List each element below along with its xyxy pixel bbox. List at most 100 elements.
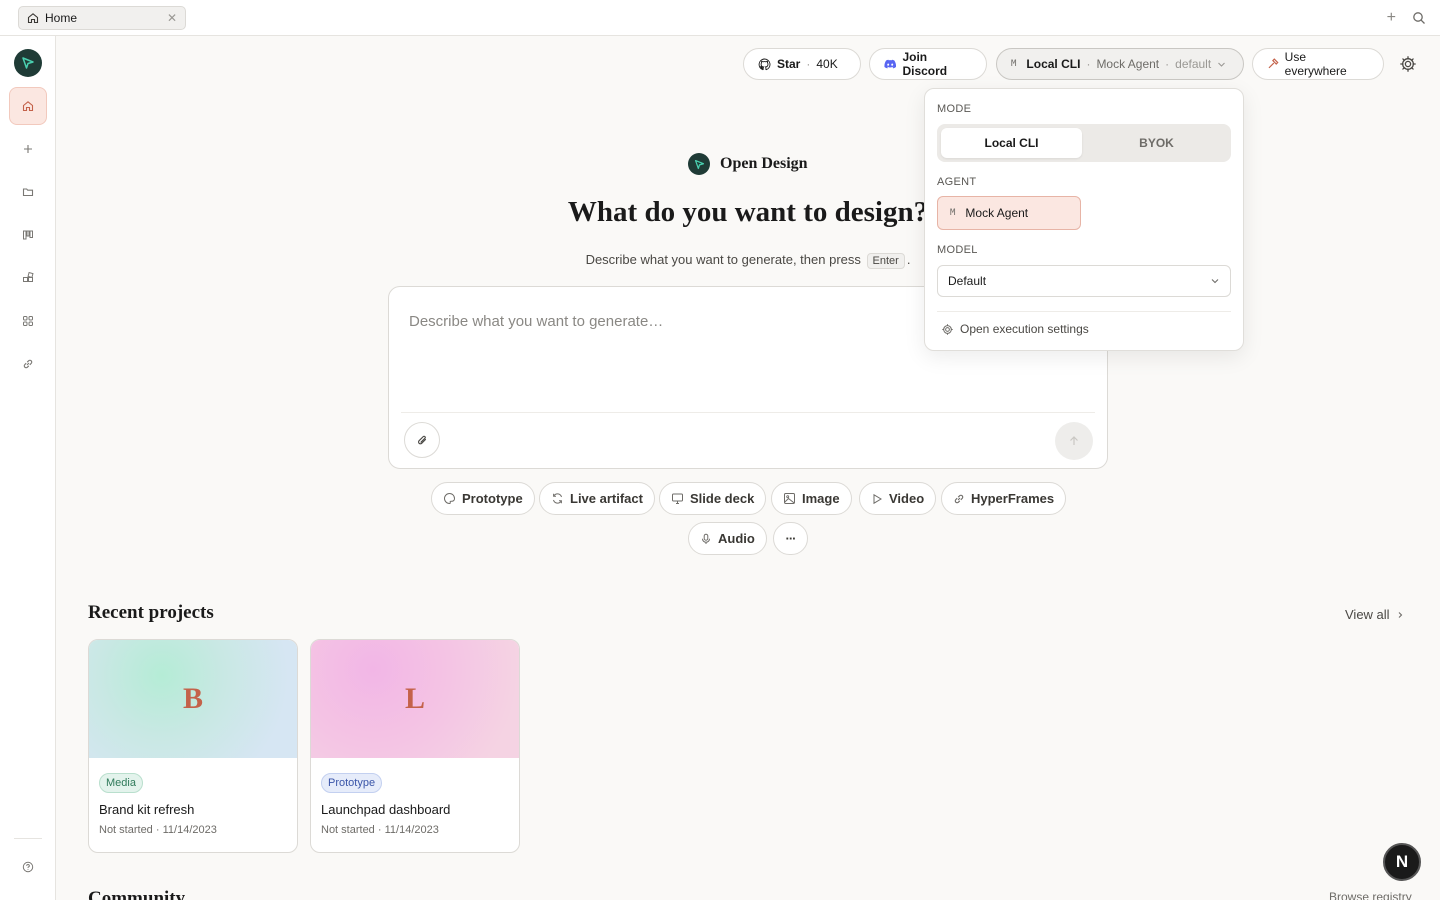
send-button[interactable] (1055, 422, 1093, 460)
star-label: Star (777, 57, 801, 71)
project-status: Not started (321, 824, 375, 836)
rail-divider (14, 838, 42, 839)
use-everywhere-label: Use everywhere (1284, 50, 1347, 78)
play-icon (873, 493, 882, 504)
project-meta: Not started · 11/14/2023 (99, 824, 217, 836)
agent-option-label: Mock Agent (965, 206, 1029, 220)
left-rail (0, 36, 56, 900)
rail-home[interactable] (9, 87, 47, 125)
chip-label: Prototype (462, 491, 523, 506)
columns-icon (23, 230, 33, 240)
settings-button[interactable] (1396, 52, 1420, 76)
image-icon (784, 493, 795, 504)
model-select[interactable]: Default (937, 265, 1231, 297)
link-icon (954, 494, 964, 503)
github-icon (758, 58, 771, 70)
rail-projects[interactable] (9, 173, 47, 211)
project-thumbnail: L (311, 640, 519, 758)
join-discord-button[interactable]: Join Discord (869, 48, 987, 80)
chip-label: Slide deck (690, 491, 755, 506)
rail-components[interactable] (9, 259, 47, 297)
page-title: What do you want to design? (567, 196, 929, 228)
tab-home[interactable]: Home ✕ (18, 6, 186, 30)
chip-label: Audio (718, 531, 755, 546)
open-execution-settings-link[interactable]: Open execution settings (941, 322, 1089, 336)
rail-kanban[interactable] (9, 216, 47, 254)
blocks-icon (23, 272, 34, 282)
model-label: MODEL (937, 244, 978, 256)
refresh-icon (553, 493, 562, 504)
mode-label: MODE (937, 103, 972, 115)
help-icon (22, 861, 34, 873)
chip-label: HyperFrames (971, 491, 1055, 506)
agent-option-mock[interactable]: M Mock Agent (937, 196, 1081, 230)
microphone-icon (702, 533, 710, 544)
mode-byok[interactable]: BYOK (1086, 128, 1227, 158)
rail-help[interactable] (9, 848, 47, 886)
chip-audio[interactable]: Audio (688, 522, 767, 555)
chip-live-artifact[interactable]: Live artifact (539, 482, 655, 515)
project-card[interactable]: L Prototype Launchpad dashboard Not star… (310, 639, 520, 853)
project-type-badge: Prototype (321, 773, 383, 793)
agent-mode-label: Local CLI (1026, 57, 1081, 71)
view-all-link[interactable]: View all (1345, 607, 1404, 622)
search-icon[interactable] (1412, 11, 1426, 25)
chip-video[interactable]: Video (859, 482, 937, 515)
agent-badge-icon: M (950, 208, 956, 218)
attach-button[interactable] (404, 422, 440, 458)
meta-separator: · (377, 824, 382, 836)
chip-prototype[interactable]: Prototype (431, 482, 535, 515)
project-name: Brand kit refresh (99, 802, 195, 817)
close-icon[interactable]: ✕ (167, 11, 177, 25)
execution-popover: MODE Local CLI BYOK AGENT M Mock Agent M… (924, 88, 1244, 351)
tab-bar: Home ✕ + (0, 0, 1440, 36)
rail-new[interactable] (9, 130, 47, 168)
chip-hyperframes[interactable]: HyperFrames (941, 482, 1067, 515)
star-count: 40K (816, 57, 838, 71)
chevron-down-icon (1211, 279, 1219, 284)
chip-label: Video (889, 491, 925, 506)
project-card[interactable]: B Media Brand kit refresh Not started · … (88, 639, 298, 853)
agent-name-label: Mock Agent (1096, 57, 1160, 71)
prompt-input[interactable]: Describe what you want to generate… (409, 313, 663, 330)
palette-icon (444, 492, 455, 505)
chip-image[interactable]: Image (771, 482, 852, 515)
more-icon: ··· (785, 531, 797, 546)
more-chips-button[interactable]: ··· (773, 522, 808, 555)
project-date: 11/14/2023 (162, 824, 217, 836)
discord-label: Join Discord (902, 50, 948, 78)
grid-icon (23, 316, 33, 326)
brand-logo-icon (688, 153, 710, 175)
tab-label: Home (45, 11, 78, 25)
gear-icon (1400, 56, 1416, 72)
popover-divider (937, 311, 1231, 312)
github-star-button[interactable]: Star · 40K (743, 48, 861, 80)
link-icon (23, 359, 33, 369)
browse-registry-link[interactable]: Browse registry (1329, 890, 1412, 900)
arrow-up-icon (1070, 436, 1078, 445)
discord-icon (884, 59, 897, 68)
floating-n-button[interactable]: N (1383, 843, 1421, 881)
chip-slide-deck[interactable]: Slide deck (659, 482, 767, 515)
enter-key: Enter (866, 253, 905, 269)
project-name: Launchpad dashboard (321, 802, 451, 817)
rail-apps[interactable] (9, 302, 47, 340)
subtitle-text: Describe what you want to generate, then… (585, 252, 861, 267)
project-date: 11/14/2023 (384, 824, 439, 836)
agent-selector-button[interactable]: M Local CLI · Mock Agent · default (996, 48, 1244, 80)
agent-separator: · (1165, 57, 1170, 71)
brand: Open Design (688, 153, 808, 175)
mode-local-cli[interactable]: Local CLI (941, 128, 1082, 158)
paperclip-icon (417, 435, 426, 444)
agent-label: AGENT (937, 176, 977, 188)
recent-projects-title: Recent projects (88, 602, 214, 623)
chevron-down-icon (1218, 62, 1226, 67)
plus-icon[interactable]: + (1387, 9, 1396, 27)
brand-name: Open Design (720, 155, 808, 172)
subtitle-end: . (906, 252, 911, 267)
rail-links[interactable] (9, 345, 47, 383)
use-everywhere-button[interactable]: Use everywhere (1252, 48, 1384, 80)
chip-label: Live artifact (570, 491, 643, 506)
home-icon (27, 13, 39, 24)
app-logo[interactable] (14, 49, 42, 77)
